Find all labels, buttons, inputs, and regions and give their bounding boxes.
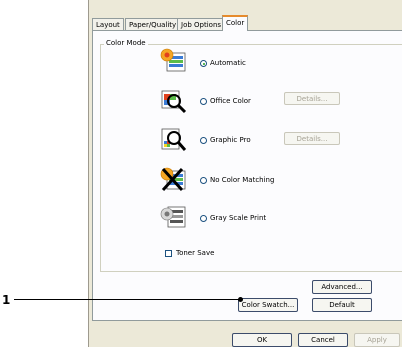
callout-number: 1 [2, 293, 11, 307]
cancel-button[interactable]: Cancel [298, 333, 348, 347]
automatic-color-icon [160, 48, 186, 72]
advanced-button[interactable]: Advanced... [312, 280, 372, 294]
tab-paper-quality[interactable]: Paper/Quality [125, 18, 181, 30]
label-graphic-pro: Graphic Pro [210, 136, 251, 144]
label-gray-scale-print: Gray Scale Print [210, 214, 267, 222]
tab-layout[interactable]: Layout [92, 18, 124, 30]
tab-color[interactable]: Color [222, 15, 249, 31]
toner-save-label: Toner Save [176, 249, 215, 257]
label-no-color-matching: No Color Matching [210, 176, 275, 184]
tab-job-options[interactable]: Job Options [177, 18, 226, 30]
office-color-details-button[interactable]: Details... [284, 92, 340, 105]
radio-no-color-matching[interactable] [200, 177, 207, 184]
radio-graphic-pro[interactable] [200, 137, 207, 144]
office-color-icon [161, 90, 187, 114]
radio-office-color[interactable] [200, 98, 207, 105]
toner-save-checkbox[interactable] [165, 250, 172, 257]
apply-button[interactable]: Apply [354, 333, 400, 347]
color-swatch-button[interactable]: Color Swatch... [238, 298, 298, 312]
graphic-pro-icon [161, 128, 187, 151]
radio-gray-scale-print[interactable] [200, 215, 207, 222]
label-automatic: Automatic [210, 59, 246, 67]
label-office-color: Office Color [210, 97, 251, 105]
no-color-matching-icon [160, 167, 186, 192]
color-mode-group-label: Color Mode [104, 38, 148, 48]
callout-dot [238, 297, 243, 302]
default-button[interactable]: Default [312, 298, 372, 312]
graphic-pro-details-button[interactable]: Details... [284, 132, 340, 145]
radio-automatic[interactable] [200, 60, 207, 67]
callout-line [14, 299, 242, 300]
ok-button[interactable]: OK [232, 333, 292, 347]
gray-scale-print-icon [160, 206, 186, 228]
color-mode-group [100, 44, 402, 272]
